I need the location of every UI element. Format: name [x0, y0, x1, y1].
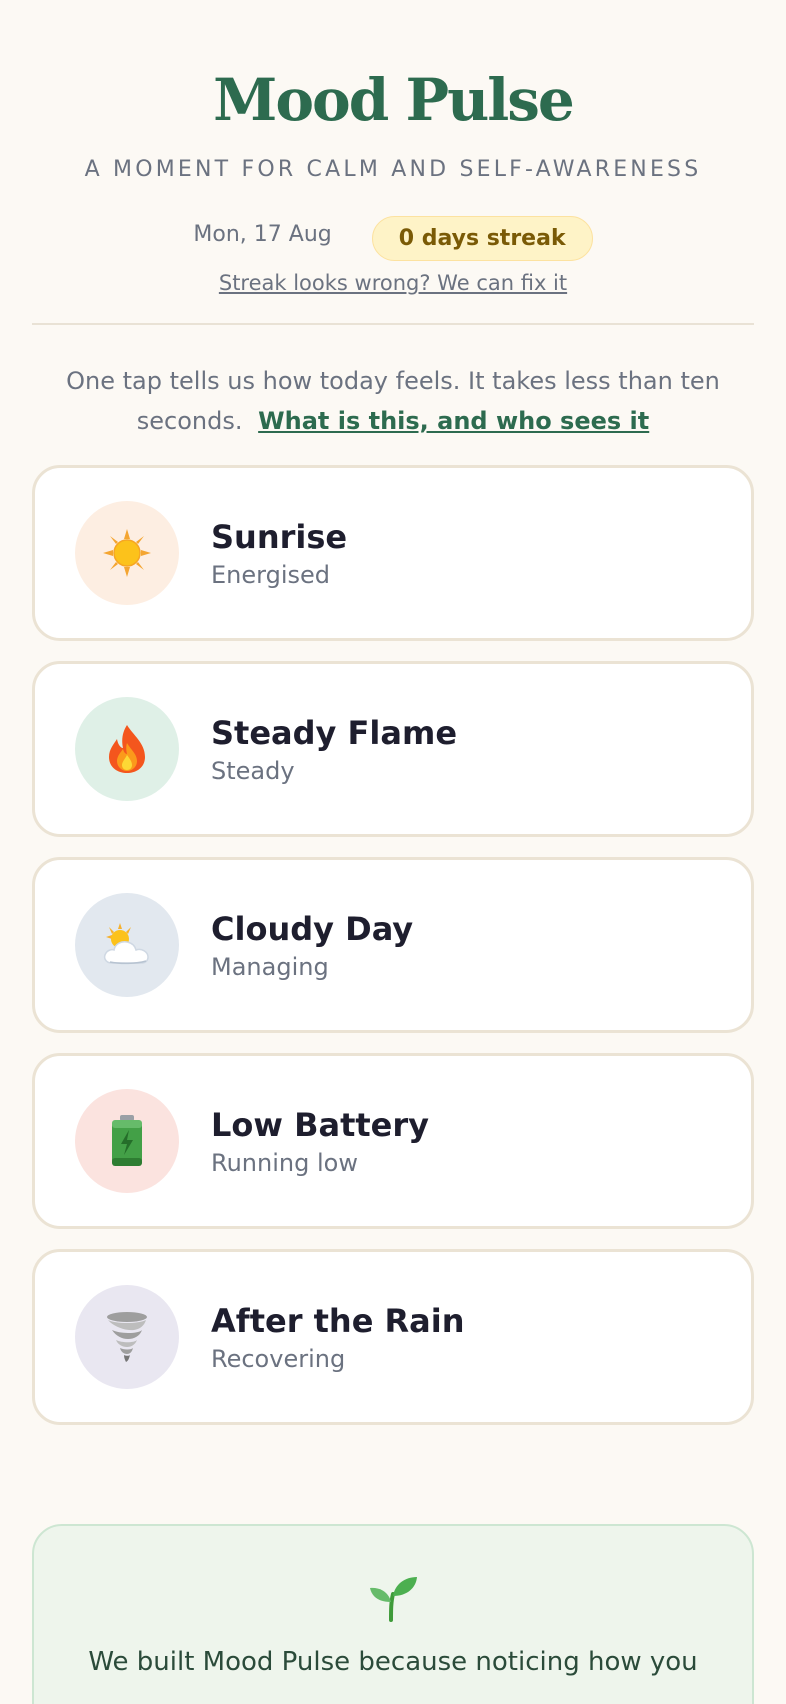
mood-subtitle: Steady	[211, 757, 295, 785]
mood-name: After the Rain	[211, 1302, 465, 1340]
mood-subtitle: Energised	[211, 561, 330, 589]
mood-pulse-page: Mood Pulse A MOMENT FOR CALM AND SELF-AW…	[0, 0, 786, 1704]
intro-paragraph: One tap tells us how today feels. It tak…	[60, 361, 726, 441]
app-title: Mood Pulse	[213, 66, 575, 134]
streak-badge: 0 days streak	[371, 216, 593, 261]
sprout-icon	[370, 1577, 417, 1622]
mood-icon-circle	[75, 501, 179, 605]
battery-icon	[112, 1115, 142, 1166]
mood-text: After the Rain Recovering	[211, 1301, 465, 1373]
sun-icon	[103, 529, 151, 577]
meta-row: Mon, 17 Aug 0 days streak	[0, 208, 786, 261]
mood-option-sunrise[interactable]: Sunrise Energised	[32, 465, 754, 641]
fire-icon	[109, 725, 145, 773]
mood-name: Low Battery	[211, 1106, 429, 1144]
current-date: Mon, 17 Aug	[193, 222, 332, 247]
mood-text: Low Battery Running low	[211, 1105, 429, 1177]
mood-name: Steady Flame	[211, 714, 458, 752]
streak-fix-link[interactable]: Streak looks wrong? We can fix it	[219, 271, 567, 295]
mood-name: Cloudy Day	[211, 910, 414, 948]
privacy-info-link[interactable]: What is this, and who sees it	[258, 407, 649, 435]
mood-option-steady-flame[interactable]: Steady Flame Steady	[32, 661, 754, 837]
mood-icon-circle	[75, 893, 179, 997]
about-text: We built Mood Pulse because noticing how…	[88, 1647, 698, 1677]
mood-text: Steady Flame Steady	[211, 713, 457, 785]
tagline: A MOMENT FOR CALM AND SELF-AWARENESS	[84, 157, 702, 182]
sprout-icon-wrap	[34, 1574, 752, 1622]
about-card: We built Mood Pulse because noticing how…	[32, 1524, 754, 1704]
mood-icon-circle	[75, 1089, 179, 1193]
mood-text: Cloudy Day Managing	[211, 909, 413, 981]
mood-subtitle: Managing	[211, 953, 329, 981]
mood-icon-circle	[75, 1285, 179, 1389]
header: Mood Pulse A MOMENT FOR CALM AND SELF-AW…	[0, 0, 786, 295]
mood-subtitle: Running low	[211, 1149, 358, 1177]
mood-option-low-battery[interactable]: Low Battery Running low	[32, 1053, 754, 1229]
mood-name: Sunrise	[211, 518, 348, 556]
mood-icon-circle	[75, 697, 179, 801]
mood-text: Sunrise Energised	[211, 517, 347, 589]
divider	[32, 323, 754, 325]
sun-behind-cloud-icon	[103, 923, 149, 965]
mood-options: Sunrise Energised Steady Flame Steady Cl…	[32, 465, 754, 1425]
mood-option-cloudy-day[interactable]: Cloudy Day Managing	[32, 857, 754, 1033]
tornado-icon	[107, 1312, 147, 1362]
mood-subtitle: Recovering	[211, 1345, 346, 1373]
mood-option-after-the-rain[interactable]: After the Rain Recovering	[32, 1249, 754, 1425]
